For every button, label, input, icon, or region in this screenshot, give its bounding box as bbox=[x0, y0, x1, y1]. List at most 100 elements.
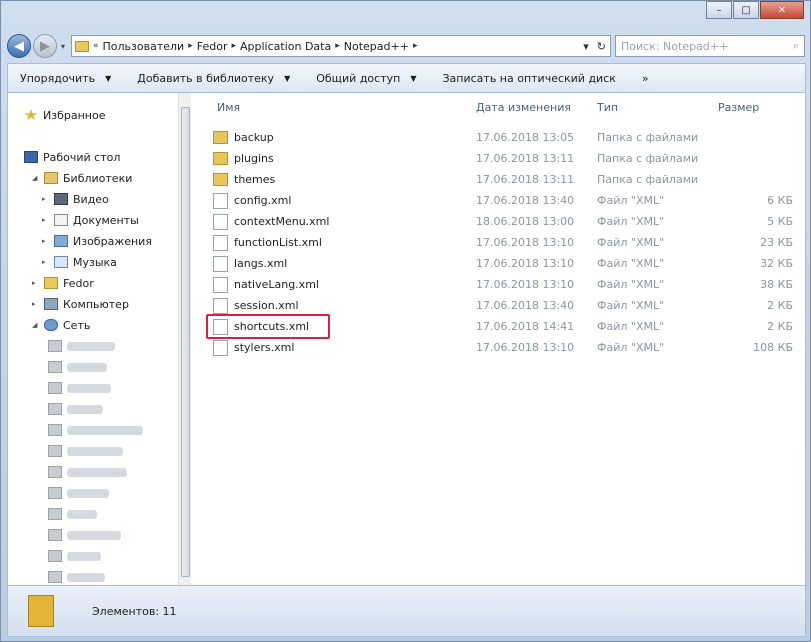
expand-icon[interactable]: ◢ bbox=[32, 174, 42, 182]
status-bar: Элементов: 11 bbox=[7, 585, 806, 637]
maximize-icon[interactable]: □ bbox=[733, 1, 759, 19]
network-host-item[interactable] bbox=[48, 504, 97, 524]
breadcrumb-appdata[interactable]: Application Data bbox=[236, 40, 335, 53]
file-date: 18.06.2018 13:00 bbox=[476, 215, 575, 228]
file-row[interactable]: session.xml 17.06.2018 13:40 Файл "XML" 2 К… bbox=[213, 295, 793, 316]
file-type: Папка с файлами bbox=[597, 152, 699, 165]
include-in-library-button[interactable]: Добавить в библиотеку ▼ bbox=[137, 72, 290, 85]
file-row[interactable]: plugins 17.06.2018 13:11 Папка с файлами bbox=[213, 148, 793, 169]
file-type: Папка с файлами bbox=[597, 131, 699, 144]
search-icon[interactable]: ⌕ bbox=[793, 39, 799, 53]
nav-music-label: Музыка bbox=[73, 255, 117, 269]
file-size: 23 КБ bbox=[760, 236, 793, 249]
user-folder-icon bbox=[44, 277, 58, 289]
nav-images[interactable]: ▸ Изображения bbox=[42, 231, 152, 251]
nav-images-label: Изображения bbox=[73, 234, 152, 248]
file-size: 2 КБ bbox=[767, 320, 793, 333]
chevron-down-icon: ▼ bbox=[410, 73, 417, 83]
address-bar[interactable]: « Пользователи ▸ Fedor ▸ Application Dat… bbox=[71, 35, 611, 57]
file-name: langs.xml bbox=[234, 257, 288, 270]
file-size: 2 КБ bbox=[767, 299, 793, 312]
nav-pane-scrollbar[interactable] bbox=[178, 93, 191, 585]
nav-libraries-label: Библиотеки bbox=[63, 171, 133, 185]
expand-icon[interactable]: ▸ bbox=[32, 279, 42, 287]
file-row[interactable]: nativeLang.xml 17.06.2018 13:10 Файл "XML"… bbox=[213, 274, 793, 295]
file-row[interactable]: themes 17.06.2018 13:11 Папка с файлами bbox=[213, 169, 793, 190]
close-icon[interactable]: ✕ bbox=[760, 1, 804, 19]
back-button[interactable]: ◀ bbox=[7, 34, 31, 58]
network-host-item[interactable] bbox=[48, 378, 111, 398]
file-row[interactable]: langs.xml 17.06.2018 13:10 Файл "XML" 32 КБ bbox=[213, 253, 793, 274]
redacted-host-name bbox=[67, 383, 111, 393]
breadcrumb-users[interactable]: Пользователи bbox=[99, 40, 189, 53]
network-host-item[interactable] bbox=[48, 462, 127, 482]
share-button[interactable]: Общий доступ ▼ bbox=[316, 72, 416, 85]
network-host-item[interactable] bbox=[48, 441, 123, 461]
redacted-host-name bbox=[67, 530, 121, 540]
file-row[interactable]: backup 17.06.2018 13:05 Папка с файлами bbox=[213, 127, 793, 148]
burn-button[interactable]: Записать на оптический диск bbox=[442, 72, 615, 85]
nav-favorites-label: Избранное bbox=[43, 108, 106, 122]
expand-icon[interactable]: ▸ bbox=[42, 237, 52, 245]
file-name: config.xml bbox=[234, 194, 292, 207]
expand-icon[interactable]: ▸ bbox=[32, 300, 42, 308]
network-host-item[interactable] bbox=[48, 420, 143, 440]
file-type: Файл "XML" bbox=[597, 320, 665, 333]
nav-video[interactable]: ▸ Видео bbox=[42, 189, 109, 209]
breadcrumb-separator[interactable]: ▸ bbox=[413, 41, 418, 51]
more-commands-button[interactable]: » bbox=[642, 72, 649, 85]
expand-icon[interactable]: ▸ bbox=[42, 195, 52, 203]
refresh-icon[interactable]: ↻ bbox=[597, 40, 606, 53]
column-header-type[interactable]: Тип bbox=[597, 101, 618, 114]
computer-icon bbox=[48, 424, 62, 436]
column-header-name[interactable]: Имя bbox=[217, 101, 240, 114]
redacted-host-name bbox=[67, 341, 115, 351]
minimize-icon[interactable]: – bbox=[706, 1, 732, 19]
file-row[interactable]: config.xml 17.06.2018 13:40 Файл "XML" 6 КБ bbox=[213, 190, 793, 211]
xml-file-icon bbox=[213, 255, 228, 272]
expand-icon[interactable]: ▸ bbox=[42, 258, 52, 266]
nav-computer[interactable]: ▸ Компьютер bbox=[32, 294, 129, 314]
nav-network[interactable]: ◢ Сеть bbox=[32, 315, 90, 335]
expand-icon[interactable]: ▸ bbox=[42, 216, 52, 224]
scrollbar-thumb[interactable] bbox=[181, 107, 190, 577]
column-header-date[interactable]: Дата изменения bbox=[476, 101, 571, 114]
documents-icon bbox=[54, 214, 68, 226]
history-dropdown[interactable]: ▾ bbox=[57, 42, 69, 51]
organize-button[interactable]: Упорядочить ▼ bbox=[20, 72, 111, 85]
network-host-item[interactable] bbox=[48, 546, 101, 566]
search-input[interactable]: Поиск: Notepad++ ⌕ bbox=[615, 35, 805, 57]
network-host-item[interactable] bbox=[48, 399, 103, 419]
nav-desktop[interactable]: Рабочий стол bbox=[24, 147, 120, 167]
nav-favorites[interactable]: Избранное bbox=[24, 105, 105, 125]
column-header-size[interactable]: Размер bbox=[718, 101, 759, 114]
nav-documents[interactable]: ▸ Документы bbox=[42, 210, 139, 230]
expand-icon[interactable]: ◢ bbox=[32, 321, 42, 329]
file-type: Файл "XML" bbox=[597, 341, 665, 354]
nav-libraries[interactable]: ◢ Библиотеки bbox=[32, 168, 132, 188]
address-controls: ▾ ↻ bbox=[583, 40, 610, 53]
file-name: stylers.xml bbox=[234, 341, 295, 354]
file-date: 17.06.2018 14:41 bbox=[476, 320, 575, 333]
breadcrumb-fedor[interactable]: Fedor bbox=[193, 40, 232, 53]
file-row[interactable]: contextMenu.xml 18.06.2018 13:00 Файл "XML… bbox=[213, 211, 793, 232]
network-host-item[interactable] bbox=[48, 483, 109, 503]
chevron-down-icon[interactable]: ▾ bbox=[583, 40, 589, 53]
file-date: 17.06.2018 13:10 bbox=[476, 341, 575, 354]
search-placeholder: Поиск: Notepad++ bbox=[621, 39, 729, 53]
folder-icon bbox=[213, 152, 228, 165]
file-row[interactable]: functionList.xml 17.06.2018 13:10 Файл "XM… bbox=[213, 232, 793, 253]
share-label: Общий доступ bbox=[316, 71, 401, 85]
breadcrumb-notepadpp[interactable]: Notepad++ bbox=[340, 40, 413, 53]
network-host-item[interactable] bbox=[48, 567, 105, 585]
forward-button[interactable]: ▶ bbox=[33, 34, 57, 58]
network-host-item[interactable] bbox=[48, 525, 121, 545]
folder-icon bbox=[213, 173, 228, 186]
nav-home[interactable]: ▸ Fedor bbox=[32, 273, 94, 293]
redacted-host-name bbox=[67, 551, 101, 561]
file-type: Файл "XML" bbox=[597, 194, 665, 207]
nav-music[interactable]: ▸ Музыка bbox=[42, 252, 117, 272]
file-row[interactable]: stylers.xml 17.06.2018 13:10 Файл "XML" 108… bbox=[213, 337, 793, 358]
network-host-item[interactable] bbox=[48, 336, 115, 356]
network-host-item[interactable] bbox=[48, 357, 107, 377]
